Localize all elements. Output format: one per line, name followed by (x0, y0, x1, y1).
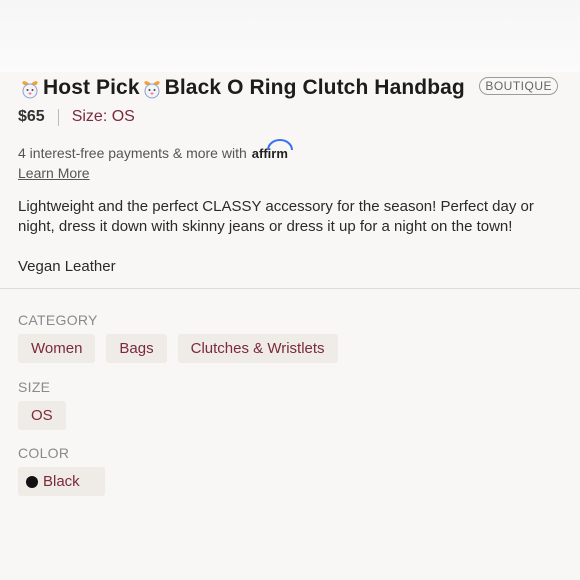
price-divider (57, 108, 59, 126)
price-row: $65 Size: OS (18, 108, 135, 126)
size-chips: OS (18, 401, 66, 430)
top-fade (0, 0, 580, 72)
affirm-logo: affirm (252, 139, 293, 161)
title-row: Host Pick Black O Ring Clutch Handbag BO… (18, 76, 562, 100)
listing-title: Host Pick Black O Ring Clutch Handbag (18, 76, 465, 100)
installment-row: 4 interest-free payments & more with aff… (18, 139, 293, 161)
description-text: Lightweight and the perfect CLASSY acces… (18, 198, 534, 235)
size-label: SIZE (18, 379, 51, 395)
boutique-badge: BOUTIQUE (479, 77, 558, 95)
category-chip-clutches[interactable]: Clutches & Wristlets (177, 334, 338, 363)
section-divider (0, 288, 580, 289)
affirm-arc-icon (266, 139, 293, 151)
gift-bunny-emoji-icon (140, 76, 164, 100)
description: Lightweight and the perfect CLASSY acces… (18, 197, 566, 277)
category-chips: Women Bags Clutches & Wristlets (18, 334, 338, 363)
title-part-host-pick: Host Pick (43, 76, 140, 99)
color-label: COLOR (18, 445, 70, 461)
color-chip-label: Black (43, 473, 80, 490)
installment-text: 4 interest-free payments & more with (18, 145, 247, 161)
size-summary: Size: OS (71, 108, 135, 125)
title-part-product: Black O Ring Clutch Handbag (164, 76, 465, 99)
category-chip-women[interactable]: Women (18, 334, 96, 363)
category-label: CATEGORY (18, 312, 98, 328)
listing-card: Host Pick Black O Ring Clutch Handbag BO… (0, 72, 580, 580)
price: $65 (18, 108, 45, 125)
learn-more-link[interactable]: Learn More (18, 165, 90, 181)
category-chip-bags[interactable]: Bags (106, 334, 167, 363)
description-clip: Lightweight and the perfect CLASSY acces… (0, 197, 580, 288)
description-material: Vegan Leather (18, 258, 116, 275)
color-swatch-icon (26, 475, 38, 488)
color-chip-black[interactable]: Black (18, 467, 105, 496)
color-chips: Black (18, 467, 105, 496)
page: Host Pick Black O Ring Clutch Handbag BO… (0, 0, 580, 580)
size-chip-os[interactable]: OS (18, 401, 66, 430)
gift-bunny-emoji-icon (18, 76, 42, 100)
